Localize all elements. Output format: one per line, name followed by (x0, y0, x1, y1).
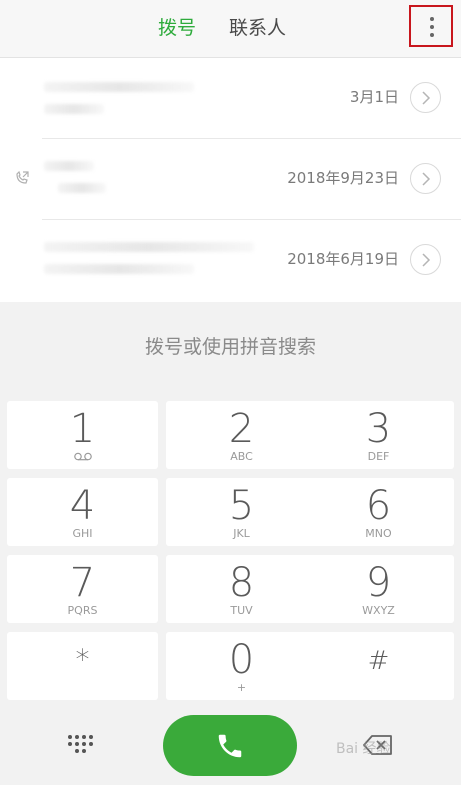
key-digit: 5 (228, 483, 255, 529)
call-log-row[interactable]: 3月1日 (0, 58, 461, 139)
tab-contacts[interactable]: 联系人 (229, 14, 286, 42)
key-digit: 4 (69, 483, 96, 529)
blurred-contact-detail (58, 183, 106, 193)
key-digit: * (75, 643, 90, 676)
key-digit: 2 (228, 406, 255, 452)
call-date: 2018年9月23日 (287, 169, 399, 187)
call-date: 2018年6月19日 (287, 250, 399, 268)
call-button[interactable] (163, 715, 297, 776)
blurred-contact-detail (44, 264, 194, 274)
more-vertical-icon (430, 17, 434, 37)
key-letters: GHI (72, 527, 93, 540)
dialer-action-bar: Bai 经验 (0, 708, 461, 785)
chevron-right-icon (422, 253, 431, 267)
overflow-menu-button[interactable] (409, 5, 453, 47)
phone-icon (218, 734, 242, 758)
blurred-contact-name (44, 242, 254, 252)
call-log-row[interactable]: 2018年9月23日 (0, 139, 461, 220)
key-letters: ABC (230, 450, 253, 463)
key-digit: 3 (365, 406, 392, 452)
key-digit: 8 (228, 560, 255, 606)
key-letters: WXYZ (362, 604, 395, 617)
watermark: Bai 经验 (336, 741, 391, 757)
voicemail-icon (73, 452, 92, 461)
key-8[interactable]: 8 TUV (166, 555, 317, 623)
key-letters: MNO (365, 527, 392, 540)
key-3[interactable]: 3 DEF (303, 401, 454, 469)
key-digit: 0 (228, 637, 255, 683)
outgoing-call-icon (16, 170, 29, 184)
key-letters: + (236, 681, 247, 694)
key-4[interactable]: 4 GHI (7, 478, 158, 546)
call-detail-button[interactable] (410, 244, 441, 275)
key-digit: 1 (69, 406, 96, 452)
chevron-right-icon (422, 91, 431, 105)
dialer-screen: 拨号 联系人 3月1日 2018年9月23日 2018年6月19日 拨号或使用拼… (0, 0, 461, 785)
key-pound[interactable]: # (303, 632, 454, 700)
dial-search-hint[interactable]: 拨号或使用拼音搜索 (0, 332, 461, 359)
call-detail-button[interactable] (410, 82, 441, 113)
key-0[interactable]: 0 + (166, 632, 317, 700)
call-log-row[interactable]: 2018年6月19日 (0, 220, 461, 301)
blurred-contact-detail (44, 104, 104, 114)
key-digit: 9 (365, 560, 392, 606)
key-letters: JKL (233, 527, 250, 540)
key-digit: # (367, 646, 390, 676)
keypad-grid-icon[interactable] (68, 735, 94, 755)
tab-dial[interactable]: 拨号 (158, 14, 196, 42)
key-7[interactable]: 7 PQRS (7, 555, 158, 623)
key-letters: TUV (230, 604, 253, 617)
chevron-right-icon (422, 172, 431, 186)
call-detail-button[interactable] (410, 163, 441, 194)
blurred-contact-name (44, 82, 194, 92)
key-letters: DEF (367, 450, 390, 463)
key-5[interactable]: 5 JKL (166, 478, 317, 546)
key-letters: PQRS (67, 604, 98, 617)
call-date: 3月1日 (349, 88, 399, 106)
key-1[interactable]: 1 (7, 401, 158, 469)
key-digit: 7 (69, 560, 96, 606)
key-9[interactable]: 9 WXYZ (303, 555, 454, 623)
blurred-contact-name (44, 161, 94, 171)
key-2[interactable]: 2 ABC (166, 401, 317, 469)
call-log-list: 3月1日 2018年9月23日 2018年6月19日 (0, 58, 461, 302)
key-digit: 6 (365, 483, 392, 529)
key-star[interactable]: * (7, 632, 158, 700)
key-6[interactable]: 6 MNO (303, 478, 454, 546)
top-tab-bar: 拨号 联系人 (0, 0, 461, 58)
